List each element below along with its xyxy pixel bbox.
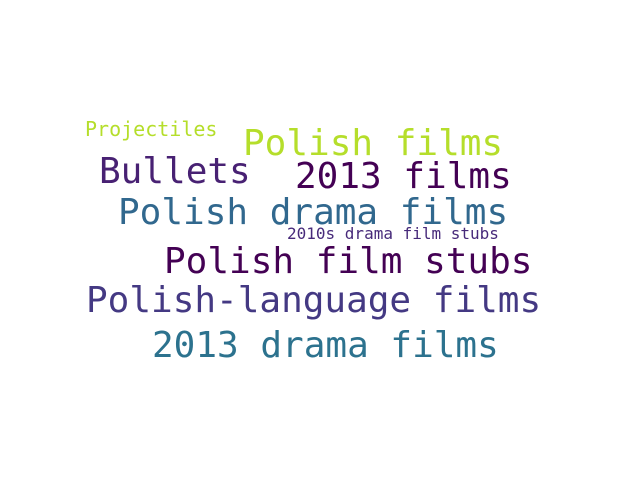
word-bullets: Bullets [99,151,251,192]
word-projectiles: Projectiles [85,117,218,141]
word-2010s-drama-film-stubs: 2010s drama film stubs [287,224,499,243]
word-polish-film-stubs: Polish film stubs [164,241,533,282]
word-2013-films: 2013 films [295,156,512,197]
word-polish-language-films: Polish-language films [86,280,542,321]
word-2013-drama-films: 2013 drama films [152,325,499,366]
word-cloud: Projectiles Polish films Bullets 2013 fi… [0,0,640,480]
